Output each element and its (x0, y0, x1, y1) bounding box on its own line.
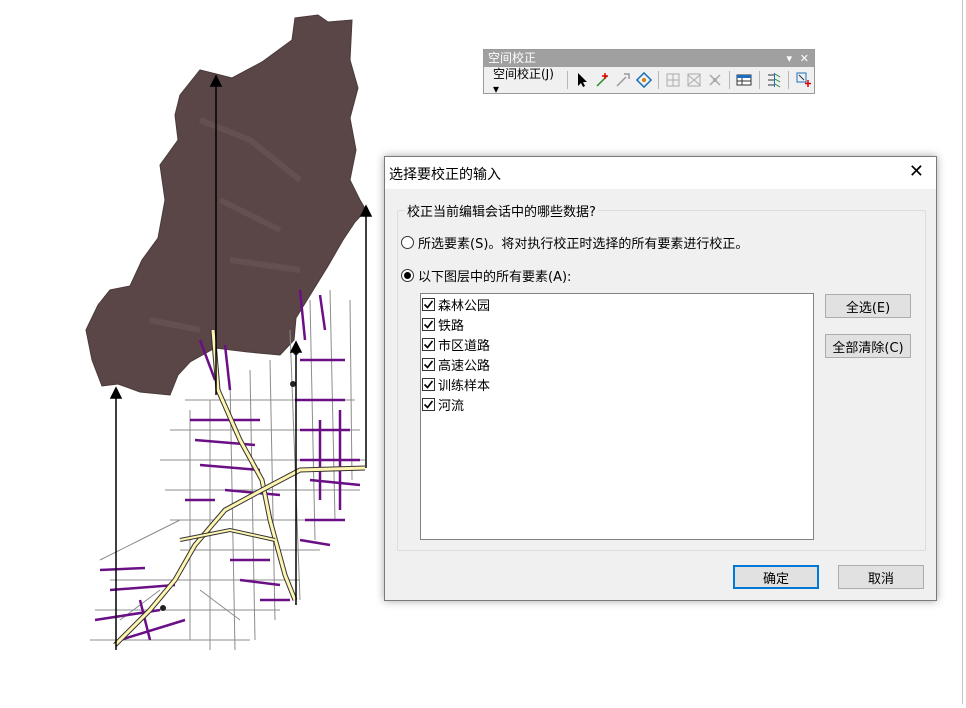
list-item[interactable]: 铁路 (421, 314, 813, 334)
option-all-features[interactable]: 以下图层中的所有要素(A): (401, 266, 571, 285)
layer-checkbox[interactable] (422, 317, 435, 331)
toolbar-titlebar[interactable]: 空间校正 ▾ ✕ (484, 50, 814, 67)
list-item[interactable]: 市区道路 (421, 334, 813, 354)
radio-all-features[interactable] (401, 269, 414, 282)
option-all-features-label: 以下图层中的所有要素(A): (418, 270, 572, 285)
layer-checkbox[interactable] (422, 297, 435, 311)
layer-label: 市区道路 (438, 338, 491, 354)
list-item[interactable]: 森林公园 (421, 294, 813, 314)
clear-all-button[interactable]: 全部清除(C) (825, 334, 911, 358)
spatial-adjustment-menu-label: 空间校正(J) (493, 66, 554, 81)
dialog-title: 选择要校正的输入 (389, 167, 501, 183)
dialog-titlebar[interactable]: 选择要校正的输入 ✕ (385, 157, 936, 189)
layer-checkbox[interactable] (422, 377, 435, 391)
attribute-transfer-icon[interactable] (706, 71, 723, 89)
window-edge (962, 0, 963, 704)
choose-input-dialog: 选择要校正的输入 ✕ 校正当前编辑会话中的哪些数据? 所选要素(S)。将对执行校… (384, 156, 937, 601)
layer-label: 森林公园 (438, 298, 491, 314)
group-legend: 校正当前编辑会话中的哪些数据? (405, 201, 598, 220)
option-selected-features[interactable]: 所选要素(S)。将对执行校正时选择的所有要素进行校正。 (401, 233, 748, 252)
toolbar-dropdown-icon[interactable]: ▾ (786, 50, 792, 67)
list-item[interactable]: 高速公路 (421, 354, 813, 374)
cancel-button[interactable]: 取消 (838, 565, 924, 589)
layer-checkbox[interactable] (422, 337, 435, 351)
toolbar-close-icon[interactable]: ✕ (800, 50, 809, 67)
option-selected-features-label: 所选要素(S)。将对执行校正时选择的所有要素进行校正。 (418, 237, 749, 252)
dialog-close-icon[interactable]: ✕ (909, 162, 924, 182)
modify-link-icon[interactable] (615, 71, 632, 89)
new-displacement-link-icon[interactable] (594, 71, 611, 89)
list-item[interactable]: 训练样本 (421, 374, 813, 394)
layer-label: 高速公路 (438, 358, 491, 374)
menu-dropdown-icon: ▾ (493, 81, 500, 96)
new-limited-adjust-area-icon[interactable] (795, 71, 812, 89)
set-adjust-data-icon[interactable] (686, 71, 703, 89)
list-item[interactable]: 河流 (421, 394, 813, 414)
toolbar-title: 空间校正 (488, 51, 537, 65)
spatial-adjustment-toolbar[interactable]: 空间校正 ▾ ✕ 空间校正(J) ▾ (483, 49, 815, 96)
layer-label: 铁路 (438, 318, 465, 334)
select-arrow-icon[interactable] (574, 71, 591, 89)
toolbar-separator (729, 71, 731, 89)
map-layers (85, 14, 373, 651)
toolbar-separator (788, 71, 790, 89)
edge-match-icon[interactable] (766, 71, 783, 89)
toolbar-separator (566, 71, 568, 89)
link-table-icon[interactable] (736, 71, 753, 89)
ok-button[interactable]: 确定 (733, 565, 819, 589)
toolbar-separator (758, 71, 760, 89)
toolbar-separator (658, 71, 660, 89)
layer-label: 训练样本 (438, 378, 491, 394)
toolbar-buttons: 空间校正(J) ▾ (484, 67, 814, 96)
layer-list[interactable]: 森林公园 铁路 市区道路 高速公路 训练样本 河流 (420, 293, 814, 540)
map-canvas[interactable] (0, 0, 380, 704)
layer-label: 河流 (438, 398, 465, 414)
select-all-button[interactable]: 全选(E) (825, 294, 911, 318)
layer-checkbox[interactable] (422, 357, 435, 371)
layer-checkbox[interactable] (422, 397, 435, 411)
view-link-table-icon[interactable] (665, 71, 682, 89)
radio-selected-features[interactable] (401, 236, 414, 249)
select-elements-icon[interactable] (635, 71, 653, 89)
spatial-adjustment-menu[interactable]: 空间校正(J) ▾ (489, 62, 563, 99)
